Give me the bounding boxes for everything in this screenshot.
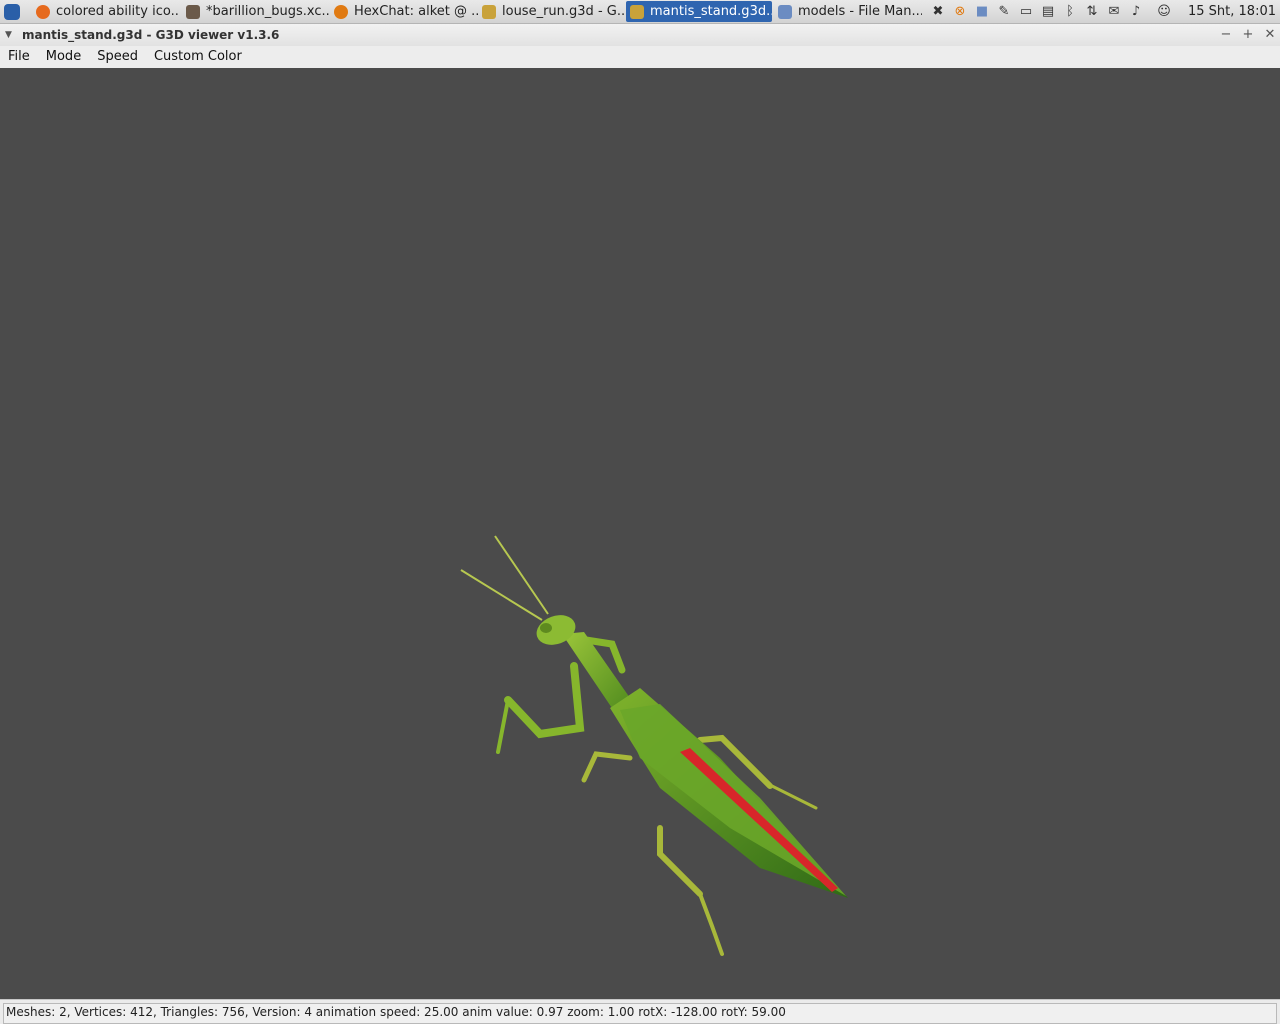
taskbar-item-label: colored ability ico... xyxy=(56,4,180,19)
menu-mode[interactable]: Mode xyxy=(38,46,89,68)
top-panel: colored ability ico... *barillion_bugs.x… xyxy=(0,0,1280,24)
menu-custom-color[interactable]: Custom Color xyxy=(146,46,250,68)
gimp-icon xyxy=(186,4,200,19)
mantis-eye xyxy=(540,623,552,633)
display-icon[interactable]: ▭ xyxy=(1018,4,1034,20)
taskbar-item-2[interactable]: HexChat: alket @ ... xyxy=(330,1,478,22)
folder-tray-icon[interactable]: ■ xyxy=(974,4,990,20)
taskbar-item-label: HexChat: alket @ ... xyxy=(354,4,478,19)
g3d-viewer-icon xyxy=(630,4,644,19)
system-tray: ✖ ⊗ ■ ✎ ▭ ▤ ᛒ ⇅ ✉ ♪ ☺ xyxy=(930,2,1178,21)
minimize-icon[interactable]: − xyxy=(1219,27,1233,43)
menu-bar: File Mode Speed Custom Color xyxy=(0,46,1280,68)
window-title: mantis_stand.g3d - G3D viewer v1.3.6 xyxy=(22,28,280,42)
menu-speed[interactable]: Speed xyxy=(89,46,146,68)
taskbar-item-label: mantis_stand.g3d... xyxy=(650,4,772,19)
close-icon[interactable]: ✕ xyxy=(1263,27,1277,43)
status-bar: Meshes: 2, Vertices: 412, Triangles: 756… xyxy=(0,999,1280,1024)
mantis-model xyxy=(460,535,848,956)
volume-icon[interactable]: ♪ xyxy=(1128,4,1144,20)
taskbar-item-0[interactable]: colored ability ico... xyxy=(32,1,180,22)
antennae xyxy=(460,535,549,621)
3d-viewport[interactable] xyxy=(0,68,1280,998)
g3d-viewer-icon xyxy=(482,4,496,19)
dropbox-icon[interactable]: ✖ xyxy=(930,4,946,20)
taskbar-item-label: louse_run.g3d - G... xyxy=(502,4,624,19)
maximize-icon[interactable]: + xyxy=(1241,27,1255,43)
firefox-icon xyxy=(36,4,50,19)
folder-icon xyxy=(778,4,792,19)
menu-logo-icon xyxy=(4,3,20,20)
clock[interactable]: 15 Sht, 18:01 xyxy=(1188,0,1276,23)
window-titlebar[interactable]: ▼ mantis_stand.g3d - G3D viewer v1.3.6 −… xyxy=(0,24,1280,46)
user-status-icon[interactable]: ☺ xyxy=(1156,4,1172,20)
taskbar-item-label: *barillion_bugs.xc... xyxy=(206,4,330,19)
hexchat-tray-icon[interactable]: ⊗ xyxy=(952,4,968,20)
taskbar-item-1[interactable]: *barillion_bugs.xc... xyxy=(182,1,330,22)
window-menu-icon[interactable]: ▼ xyxy=(5,30,12,40)
network-icon[interactable]: ⇅ xyxy=(1084,4,1100,20)
menu-file[interactable]: File xyxy=(0,46,38,68)
bluetooth-icon[interactable]: ᛒ xyxy=(1062,4,1078,20)
notes-icon[interactable]: ✎ xyxy=(996,4,1012,20)
taskbar-item-3[interactable]: louse_run.g3d - G... xyxy=(478,1,624,22)
start-menu-button[interactable] xyxy=(0,0,24,23)
taskbar-item-5[interactable]: models - File Man... xyxy=(774,1,922,22)
forelegs xyxy=(496,636,626,754)
taskbar-item-label: models - File Man... xyxy=(798,4,922,19)
clipboard-icon[interactable]: ▤ xyxy=(1040,4,1056,20)
mail-icon[interactable]: ✉ xyxy=(1106,4,1122,20)
status-text: Meshes: 2, Vertices: 412, Triangles: 756… xyxy=(3,1003,1277,1024)
taskbar-item-4[interactable]: mantis_stand.g3d... xyxy=(626,1,772,22)
hexchat-icon xyxy=(334,4,348,19)
